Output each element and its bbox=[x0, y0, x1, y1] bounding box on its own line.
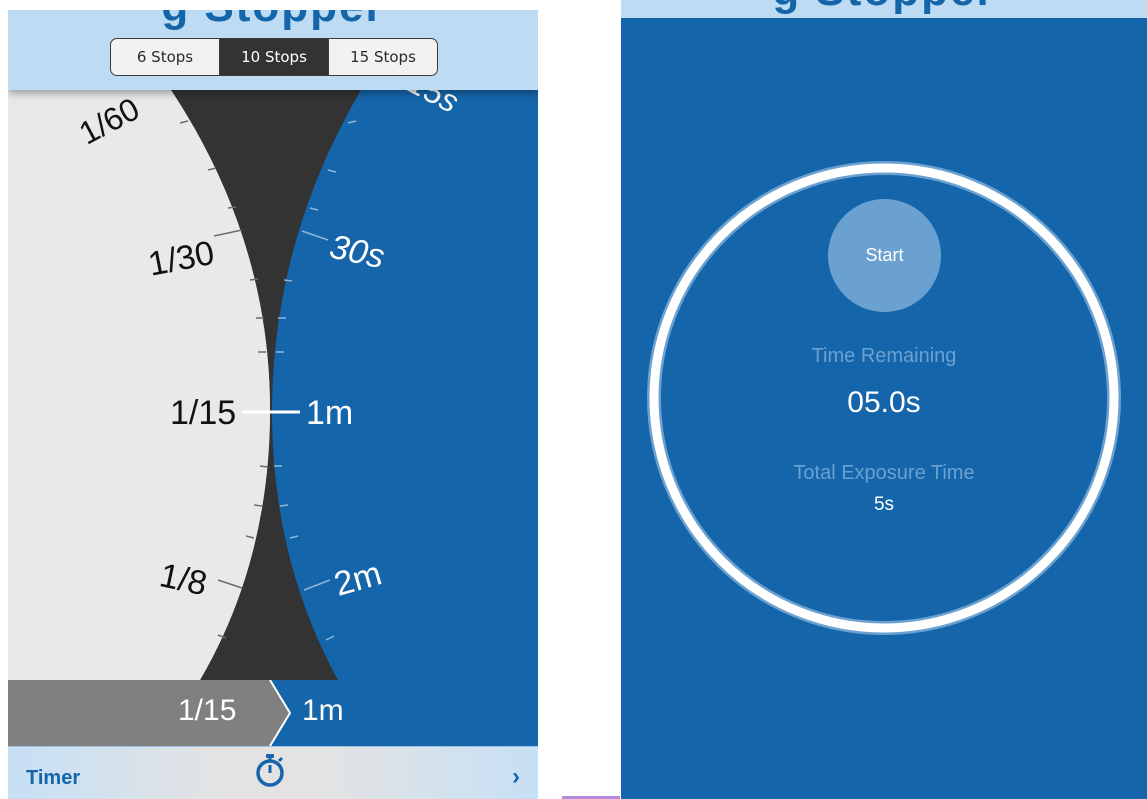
total-exposure-value: 5s bbox=[873, 494, 895, 515]
result-label: 1m bbox=[306, 394, 353, 432]
chevron-right-icon: › bbox=[512, 763, 520, 790]
tick bbox=[253, 504, 263, 507]
base-label: 1/15 bbox=[170, 394, 236, 432]
stops-segmented-control[interactable]: 6 Stops 10 Stops 15 Stops bbox=[110, 38, 438, 76]
timer-label: Timer bbox=[26, 767, 81, 789]
segment-15-stops[interactable]: 15 Stops bbox=[328, 39, 437, 75]
tick bbox=[249, 278, 259, 281]
time-remaining-label: Time Remaining bbox=[811, 345, 957, 367]
tick bbox=[283, 279, 293, 282]
app-header: g Stopper 6 Stops 10 Stops 15 Stops bbox=[8, 10, 538, 90]
segment-6-stops[interactable]: 6 Stops bbox=[111, 39, 219, 75]
timer-screen: g Stopper Start Time Remaining 05.0s Tot… bbox=[621, 0, 1147, 799]
summary-arrow-shape bbox=[8, 680, 292, 746]
app-title: g Stopper bbox=[8, 10, 538, 32]
total-exposure-label: Total Exposure Time bbox=[793, 462, 975, 484]
tick bbox=[279, 504, 289, 507]
segment-10-stops[interactable]: 10 Stops bbox=[219, 39, 328, 75]
tick bbox=[227, 206, 237, 209]
shutter-dial[interactable]: 1/60 1/30 1/15 1/8 15s 30s 1m 2m bbox=[8, 90, 538, 680]
stopper-calculator-screen: 1/60 1/30 1/15 1/8 15s 30s 1m 2m g Stopp… bbox=[8, 10, 538, 799]
selection-summary-bar: 1/15 1m bbox=[8, 680, 538, 746]
time-remaining-value: 05.0s bbox=[847, 386, 921, 419]
tick bbox=[259, 465, 269, 468]
timer-row[interactable]: Timer › bbox=[8, 746, 538, 799]
selected-base-shutter: 1/15 bbox=[178, 694, 237, 727]
stopwatch-icon bbox=[256, 754, 284, 787]
start-button[interactable]: Start bbox=[828, 199, 941, 312]
selected-result-shutter: 1m bbox=[302, 694, 344, 727]
